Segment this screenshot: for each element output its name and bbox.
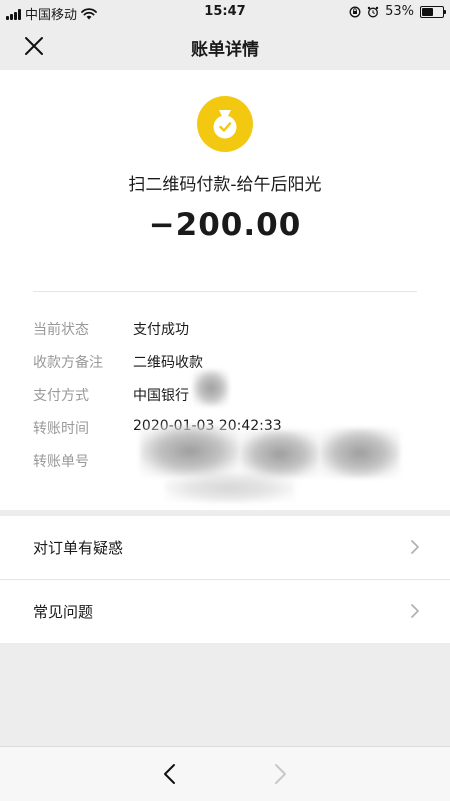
redaction-smudge — [240, 430, 320, 478]
back-arrow-icon[interactable] — [160, 762, 180, 786]
bill-card: 扫二维码付款-给午后阳光 −200.00 当前状态 支付成功 收款方备注 二维码… — [0, 70, 450, 510]
redaction-smudge — [193, 370, 229, 406]
bottom-nav-bar — [0, 746, 450, 801]
detail-label: 收款方备注 — [33, 355, 103, 371]
detail-label: 当前状态 — [33, 322, 89, 338]
chevron-right-icon — [411, 604, 419, 618]
amount: −200.00 — [148, 207, 302, 243]
redaction-smudge — [165, 473, 295, 503]
page-title: 账单详情 — [191, 40, 259, 60]
detail-label: 转账时间 — [33, 421, 89, 437]
detail-label: 转账单号 — [33, 454, 89, 470]
detail-value: 支付成功 — [133, 322, 189, 338]
redaction-smudge — [140, 425, 240, 477]
chevron-right-icon — [411, 540, 419, 554]
menu-item-order-question[interactable]: 对订单有疑惑 — [0, 516, 450, 580]
status-bar: 中国移动 15:47 53% — [0, 0, 450, 24]
rotation-lock-icon — [349, 6, 361, 17]
forward-arrow-icon[interactable] — [270, 762, 290, 786]
detail-label: 支付方式 — [33, 388, 89, 404]
redaction-smudge — [320, 428, 400, 478]
money-bag-icon — [197, 96, 253, 152]
merchant-name: 扫二维码付款-给午后阳光 — [128, 175, 322, 195]
detail-value: 二维码收款 — [133, 355, 203, 371]
divider — [33, 291, 417, 292]
menu-label: 常见问题 — [33, 603, 94, 621]
alarm-icon — [367, 6, 379, 17]
menu-item-faq[interactable]: 常见问题 — [0, 580, 450, 643]
battery-percent: 53% — [385, 4, 414, 19]
help-menu: 对订单有疑惑 常见问题 — [0, 516, 450, 643]
detail-value: 中国银行 — [133, 388, 189, 404]
nav-bar: 账单详情 — [0, 24, 450, 68]
status-right: 53% — [349, 4, 446, 19]
battery-icon — [420, 5, 446, 18]
battery-fill — [422, 7, 433, 16]
menu-label: 对订单有疑惑 — [33, 539, 124, 557]
